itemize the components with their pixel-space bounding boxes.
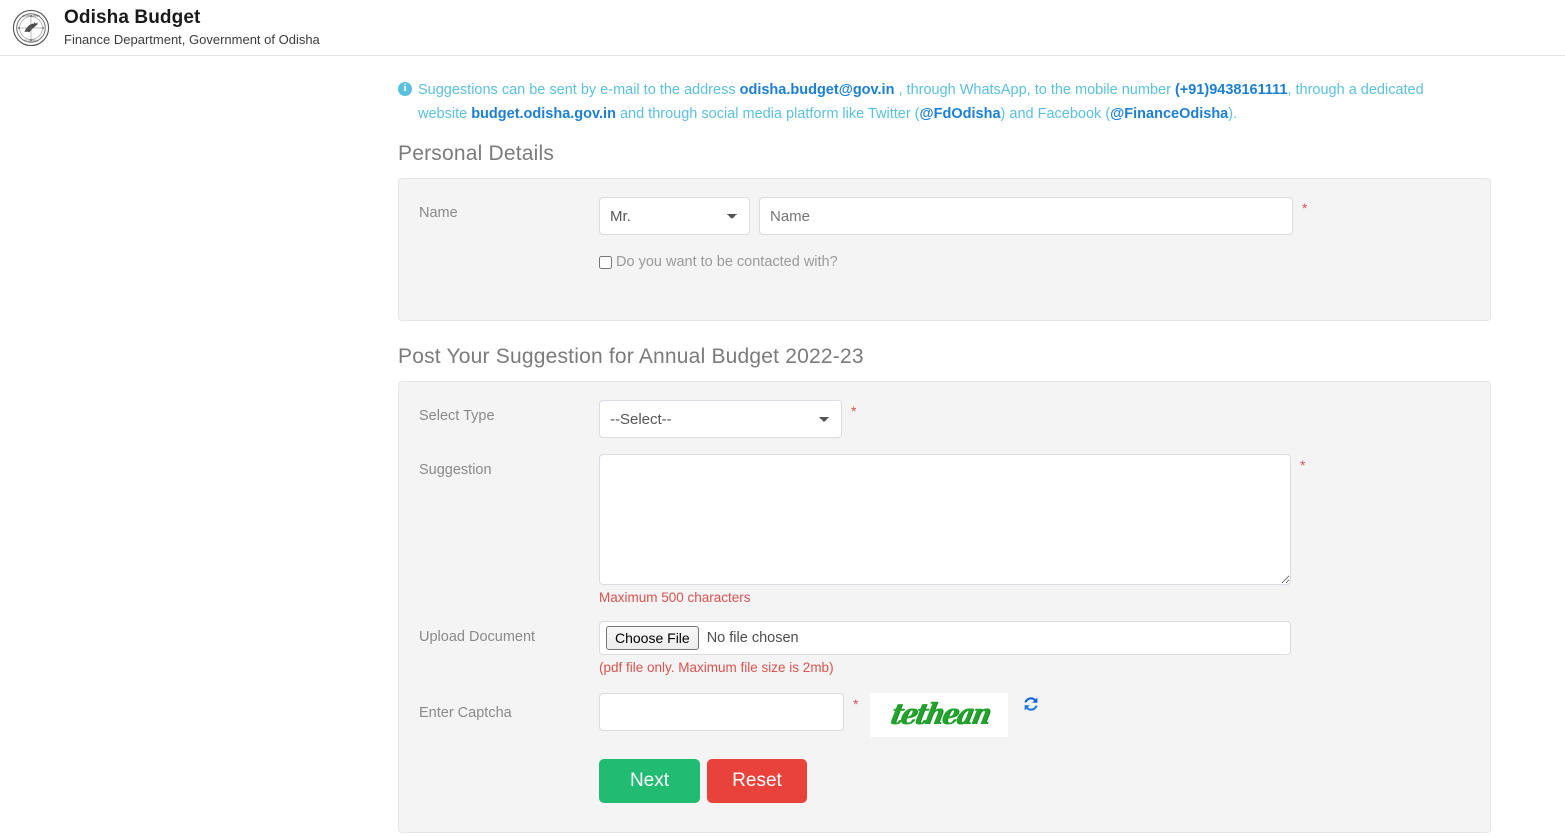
captcha-field-area: * tethean [599,693,1040,737]
info-banner-text-1: Suggestions can be sent by e-mail to the… [418,82,740,98]
captcha-image-text: tethean [886,698,992,732]
suggestion-row: Suggestion * Maximum 500 characters [399,454,1490,605]
refresh-icon [1024,697,1039,711]
personal-details-heading: Personal Details [398,142,555,165]
name-required-asterisk: * [1302,200,1308,216]
page-subtitle: Finance Department, Government of Odisha [64,32,320,47]
upload-document-label: Upload Document [419,629,536,645]
next-button[interactable]: Next [599,759,700,803]
suggestion-type-select[interactable]: --Select-- [599,400,842,438]
action-button-row: Next Reset [399,759,1490,803]
contact-checkbox-row: Do you want to be contacted with? [399,254,1490,270]
info-banner-text-6: ). [1228,106,1238,122]
facebook-handle-link[interactable]: @FinanceOdisha [1110,106,1228,122]
suggestion-textarea[interactable] [599,454,1291,585]
personal-details-panel: Name Mr. Mrs. Ms. * Do you want to be co… [398,178,1491,321]
reset-button[interactable]: Reset [707,759,807,803]
info-banner-text-5: ) and Facebook ( [1000,106,1111,122]
name-row: Name Mr. Mrs. Ms. * [399,197,1490,235]
captcha-row: Enter Captcha * tethean [399,693,1490,737]
info-circle-icon: i [398,82,412,96]
contact-checkbox-label: Do you want to be contacted with? [616,254,838,270]
name-field-area: Mr. Mrs. Ms. * [599,197,1307,235]
suggestion-label: Suggestion [419,462,492,478]
email-link[interactable]: odisha.budget@gov.in [740,82,895,98]
info-banner-text-4: and through social media platform like T… [615,106,920,122]
page-body: i Suggestions can be sent by e-mail to th… [0,56,1565,833]
choose-file-button[interactable]: Choose File [606,626,699,650]
captcha-required-asterisk: * [853,696,859,712]
suggestion-field-area: * Maximum 500 characters [599,454,1305,605]
odisha-emblem-logo-icon: GOVERNMENT OF ODISHA [12,9,50,47]
upload-field-area: Choose File No file chosen (pdf file onl… [599,621,1291,675]
twitter-handle-link[interactable]: @FdOdisha [920,106,1001,122]
website-link[interactable]: budget.odisha.gov.in [471,106,616,122]
select-type-required-asterisk: * [851,403,857,419]
captcha-label: Enter Captcha [419,705,512,721]
select-type-label: Select Type [419,408,495,424]
suggestion-help-text: Maximum 500 characters [599,590,751,605]
select-type-row: Select Type --Select-- * [399,400,1490,438]
captcha-input[interactable] [599,693,844,731]
file-status-text: No file chosen [706,630,799,646]
select-type-field-area: --Select-- * [599,400,856,438]
brand-text: Odisha Budget Finance Department, Govern… [64,7,320,48]
phone-number: (+91)9438161111 [1174,82,1288,98]
info-banner-text-2: , through WhatsApp, to the mobile number [894,82,1175,98]
upload-help-text: (pdf file only. Maximum file size is 2mb… [599,660,834,675]
file-input-box[interactable]: Choose File No file chosen [599,621,1291,655]
page-title: Odisha Budget [64,7,201,28]
suggestion-required-asterisk: * [1300,457,1306,473]
content-column: i Suggestions can be sent by e-mail to th… [398,78,1491,833]
suggestion-panel: Select Type --Select-- * Suggestion * Ma… [398,381,1491,833]
suggestion-section-heading: Post Your Suggestion for Annual Budget 2… [398,345,864,368]
site-header: GOVERNMENT OF ODISHA Odisha Budget Finan… [0,0,1565,56]
refresh-captcha-button[interactable] [1022,695,1040,713]
captcha-image: tethean [870,693,1009,737]
name-input[interactable] [759,197,1293,235]
upload-row: Upload Document Choose File No file chos… [399,621,1490,675]
info-banner: i Suggestions can be sent by e-mail to th… [398,78,1458,126]
contact-checkbox[interactable] [599,255,612,269]
name-label: Name [419,205,458,221]
title-select[interactable]: Mr. Mrs. Ms. [599,197,750,235]
